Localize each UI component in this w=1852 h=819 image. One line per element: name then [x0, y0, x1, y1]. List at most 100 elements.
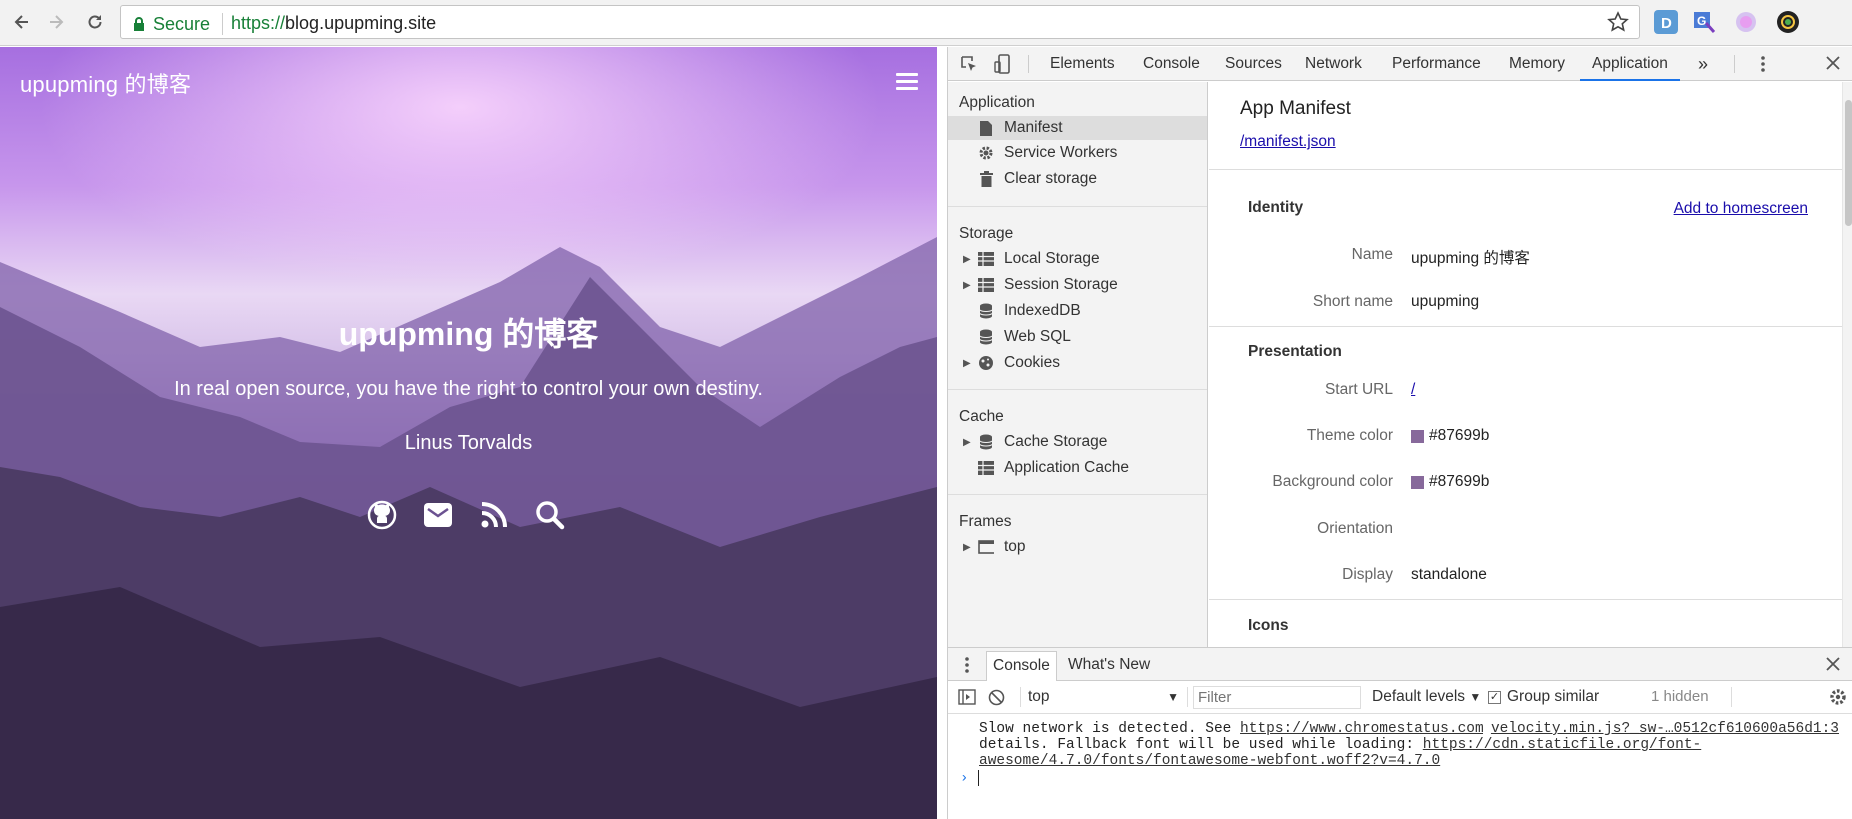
theme-color-value: #87699b [1411, 427, 1489, 445]
hero-title: upupming 的博客 [338, 316, 599, 352]
forward-button[interactable] [42, 8, 70, 36]
icons-header: Icons [1248, 617, 1289, 634]
browser-toolbar: Secure https://blog.upupming.site D G [0, 0, 1852, 46]
devtools-toolbar: Elements Console Sources Network Perform… [948, 47, 1852, 81]
sidebar-item-application-cache[interactable]: Application Cache [948, 456, 1207, 480]
start-url-label: Start URL [1324, 381, 1393, 398]
sidebar-item-clear-storage[interactable]: Clear storage [948, 167, 1207, 191]
sidebar-item-manifest[interactable]: Manifest [948, 116, 1207, 140]
tab-sources[interactable]: Sources [1225, 47, 1282, 81]
trash-icon [978, 171, 994, 187]
tab-performance[interactable]: Performance [1392, 47, 1481, 81]
sidebar-item-local-storage[interactable]: ▶ Local Storage [948, 247, 1207, 271]
drawer-menu-icon[interactable] [964, 656, 970, 677]
sidebar-header-frames: Frames [959, 513, 1012, 530]
github-icon[interactable] [366, 499, 398, 531]
background-color-label: Background color [1272, 473, 1393, 490]
sidebar-item-indexeddb[interactable]: IndexedDB [948, 299, 1207, 323]
expand-triangle-icon[interactable]: ▶ [963, 254, 971, 265]
sidebar-item-label: top [1004, 538, 1026, 555]
rss-icon[interactable] [478, 499, 510, 531]
manifest-pane: App Manifest /manifest.json Identity Add… [1209, 82, 1842, 647]
console-settings-gear-icon[interactable] [1829, 688, 1847, 709]
tab-network[interactable]: Network [1305, 47, 1362, 81]
hero-author: Linus Torvalds [404, 432, 533, 454]
extension-d-icon[interactable]: D [1654, 10, 1678, 34]
start-url-link[interactable]: / [1411, 381, 1415, 399]
message-source-link[interactable]: velocity.min.js?_sw-…0512cf610600a56d1:3 [1482, 721, 1839, 737]
checkbox-checked-icon[interactable]: ✓ [1488, 690, 1501, 704]
url-text[interactable]: https://blog.upupming.site [231, 13, 436, 34]
expand-triangle-icon[interactable]: ▶ [963, 542, 971, 553]
presentation-header: Presentation [1248, 343, 1342, 360]
show-sidebar-icon[interactable] [958, 689, 976, 708]
sidebar-item-cookies[interactable]: ▶ Cookies [948, 351, 1207, 375]
search-icon[interactable] [534, 499, 566, 531]
database-icon [978, 434, 994, 450]
context-value: top [1028, 688, 1050, 705]
sidebar-item-web-sql[interactable]: Web SQL [948, 325, 1207, 349]
sidebar-item-session-storage[interactable]: ▶ Session Storage [948, 273, 1207, 297]
context-select[interactable]: top ▼ [1024, 685, 1179, 709]
back-button[interactable] [8, 8, 36, 36]
group-similar-label: Group similar [1507, 688, 1600, 705]
device-toolbar-icon[interactable] [994, 54, 1012, 77]
camera-extension-icon[interactable] [1776, 10, 1800, 34]
secure-label: Secure [153, 13, 211, 34]
scrollbar-thumb[interactable] [1845, 100, 1852, 226]
color-picker-extension-icon[interactable] [1734, 10, 1758, 34]
secure-indicator[interactable]: Secure [133, 13, 224, 35]
clear-console-icon[interactable] [988, 689, 1005, 709]
tab-console[interactable]: Console [1143, 47, 1200, 81]
toolbar-divider-2 [1734, 55, 1735, 73]
close-drawer-icon[interactable] [1826, 657, 1840, 674]
log-levels-dropdown[interactable]: Default levels ▼ [1372, 685, 1481, 709]
lock-icon [134, 17, 144, 31]
name-label: Name [1351, 246, 1393, 263]
grid-icon [978, 460, 994, 476]
sidebar-header-storage: Storage [959, 225, 1014, 242]
sidebar-item-frame-top[interactable]: ▶ top [948, 535, 1207, 559]
tab-memory[interactable]: Memory [1509, 47, 1565, 81]
sidebar-item-service-workers[interactable]: Service Workers [948, 141, 1207, 165]
sidebar-item-cache-storage[interactable]: ▶ Cache Storage [948, 430, 1207, 454]
drawer-tab-whats-new[interactable]: What's New [1068, 651, 1150, 681]
site-title[interactable]: upupming 的博客 [20, 67, 191, 99]
add-to-homescreen-link[interactable]: Add to homescreen [1674, 200, 1808, 218]
expand-triangle-icon[interactable]: ▶ [963, 437, 971, 448]
social-links [366, 499, 566, 531]
translate-extension-icon[interactable]: G [1692, 10, 1716, 34]
prompt-chevron-icon: › [960, 770, 969, 787]
inspect-element-icon[interactable] [960, 55, 978, 76]
console-filter-input[interactable] [1193, 686, 1361, 709]
expand-triangle-icon[interactable]: ▶ [963, 280, 971, 291]
manifest-link[interactable]: /manifest.json [1240, 133, 1336, 151]
url-host: blog.upupming.site [285, 13, 437, 33]
console-prompt[interactable]: › [960, 770, 980, 787]
reload-button[interactable] [81, 8, 109, 36]
manifest-scrollbar[interactable] [1842, 82, 1852, 647]
sidebar-divider [948, 494, 1207, 495]
hamburger-menu-button[interactable] [896, 73, 918, 91]
close-devtools-icon[interactable] [1826, 56, 1840, 73]
tab-application[interactable]: Application [1580, 47, 1680, 81]
tab-elements[interactable]: Elements [1050, 47, 1115, 81]
bookmark-star-icon[interactable] [1607, 11, 1629, 36]
sidebar-header-application: Application [959, 94, 1035, 111]
short-name-label: Short name [1312, 293, 1393, 310]
dropdown-arrow-icon: ▼ [1469, 690, 1482, 704]
console-toolbar: top ▼ Default levels ▼ ✓ Group similar 1… [948, 681, 1852, 714]
more-tabs-button[interactable]: » [1698, 47, 1708, 81]
website-viewport: upupming 的博客 upupming 的博客 In real open s… [0, 47, 937, 819]
drawer-tabbar: Console What's New [948, 648, 1852, 681]
drawer-tab-console[interactable]: Console [986, 651, 1057, 681]
group-similar-toggle[interactable]: ✓ Group similar [1488, 685, 1599, 709]
address-bar[interactable]: Secure https://blog.upupming.site [120, 5, 1640, 39]
sidebar-item-label: IndexedDB [1004, 302, 1081, 319]
sidebar-item-label: Clear storage [1004, 170, 1098, 187]
kebab-menu-icon[interactable] [1760, 55, 1766, 76]
forward-arrow-icon [50, 15, 64, 29]
dropdown-arrow-icon: ▼ [1167, 690, 1179, 704]
mail-icon[interactable] [422, 499, 454, 531]
expand-triangle-icon[interactable]: ▶ [963, 358, 971, 369]
